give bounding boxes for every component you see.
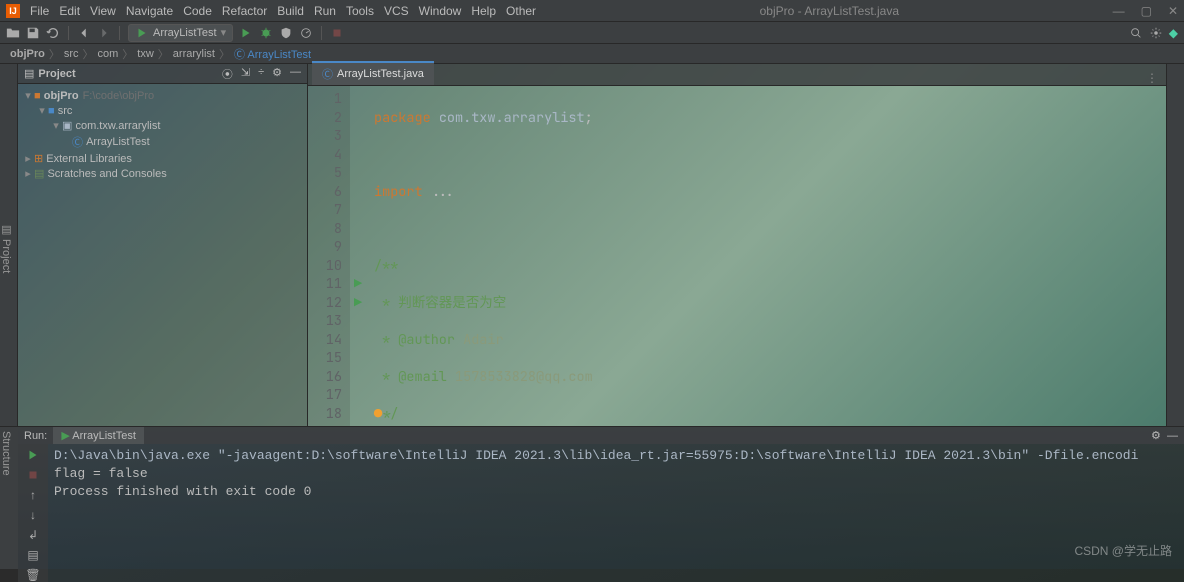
search-icon[interactable]: [1129, 26, 1143, 40]
run-gutter-icon[interactable]: ▶: [350, 275, 366, 294]
panel-title: Project: [38, 68, 221, 80]
run-config-label: ArrayListTest: [153, 27, 217, 39]
open-icon[interactable]: [6, 26, 20, 40]
wrap-icon[interactable]: ↲: [28, 528, 38, 542]
menu-window[interactable]: Window: [419, 4, 462, 18]
menu-code[interactable]: Code: [183, 4, 212, 18]
sidebar-right: [1166, 64, 1184, 426]
breadcrumb: objPro〉 src〉 com〉 txw〉 arrarylist〉 Ⓒ Arr…: [0, 44, 1184, 64]
close-icon[interactable]: ✕: [1168, 4, 1178, 18]
gear-icon[interactable]: ⚙: [272, 66, 282, 82]
menu-edit[interactable]: Edit: [59, 4, 80, 18]
trash-icon[interactable]: 🗑: [25, 568, 40, 582]
avatar-icon[interactable]: ◆: [1169, 26, 1178, 40]
run-icon[interactable]: [239, 26, 253, 40]
watermark: CSDN @学无止路: [1074, 542, 1172, 559]
toolbar: ArrayListTest ▾ ◆: [0, 22, 1184, 44]
down-icon[interactable]: ↓: [30, 508, 36, 522]
project-panel-header: ▤ Project ⦿ ⇲ ÷ ⚙ —: [18, 64, 307, 84]
run-gutter-icon[interactable]: ▶: [350, 294, 366, 313]
code-editor[interactable]: 1234567891011121314151617181920 ▶ ▶ pack…: [308, 86, 1166, 426]
tree-ext-libs[interactable]: ▸⊞ External Libraries: [22, 151, 303, 166]
tree-root[interactable]: ▾■ objProF:\code\objPro: [22, 88, 303, 103]
coverage-icon[interactable]: [279, 26, 293, 40]
menu-help[interactable]: Help: [471, 4, 496, 18]
console-line: flag = false: [54, 465, 1178, 483]
menu-run[interactable]: Run: [314, 4, 336, 18]
tree-file[interactable]: Ⓒ ArrayListTest: [22, 133, 303, 151]
sidebar-project-tab[interactable]: ▤ Project: [0, 64, 18, 426]
collapse-icon[interactable]: ÷: [258, 66, 264, 82]
crumb-pkg[interactable]: arrarylist: [169, 48, 219, 60]
run-panel: Structure Run: ▶ ArrayListTest ⚙ — ↑ ↓ ↲…: [0, 426, 1184, 569]
crumb-src[interactable]: src: [60, 48, 83, 60]
run-tab[interactable]: ▶ ArrayListTest: [53, 427, 144, 444]
project-tree: ▾■ objProF:\code\objPro ▾■ src ▾▣ com.tx…: [18, 84, 307, 185]
expand-icon[interactable]: ⇲: [241, 66, 250, 82]
menu-refactor[interactable]: Refactor: [222, 4, 267, 18]
panel-toggle-icon[interactable]: ▤: [24, 67, 34, 80]
stop-icon[interactable]: [330, 26, 344, 40]
main-area: ▤ Project ▤ Project ⦿ ⇲ ÷ ⚙ — ▾■ objProF…: [0, 64, 1184, 426]
console-line: Process finished with exit code 0: [54, 483, 1178, 501]
run-config-selector[interactable]: ArrayListTest ▾: [128, 24, 233, 42]
chevron-down-icon: ▾: [221, 26, 227, 39]
forward-icon[interactable]: [97, 26, 111, 40]
menu-view[interactable]: View: [90, 4, 116, 18]
editor-tabbar: ⒸArrayListTest.java ⋮: [308, 64, 1166, 86]
tab-more-icon[interactable]: ⋮: [1146, 71, 1158, 85]
window-title: objPro - ArrayListTest.java: [546, 4, 1113, 18]
minimize-icon[interactable]: —: [1113, 4, 1125, 18]
hide-icon[interactable]: —: [290, 66, 301, 82]
run-tabbar: Run: ▶ ArrayListTest ⚙ —: [18, 427, 1184, 444]
save-icon[interactable]: [26, 26, 40, 40]
editor-tab[interactable]: ⒸArrayListTest.java: [312, 61, 434, 85]
gutter-icons: ▶ ▶: [350, 86, 366, 426]
structure-tab[interactable]: Structure: [0, 427, 18, 569]
run-gear-icon[interactable]: ⚙: [1151, 429, 1161, 442]
run-toolbar: ↑ ↓ ↲ ▤ 🗑: [18, 444, 48, 582]
rerun-icon[interactable]: [26, 448, 40, 462]
run-label: Run:: [24, 430, 47, 442]
project-panel: ▤ Project ⦿ ⇲ ÷ ⚙ — ▾■ objProF:\code\obj…: [18, 64, 308, 426]
menu-navigate[interactable]: Navigate: [126, 4, 173, 18]
tree-src[interactable]: ▾■ src: [22, 103, 303, 118]
print-icon[interactable]: ▤: [27, 548, 38, 562]
menu-file[interactable]: File: [30, 4, 49, 18]
console-output[interactable]: D:\Java\bin\java.exe "-javaagent:D:\soft…: [48, 444, 1184, 582]
crumb-com[interactable]: com: [94, 48, 123, 60]
menu-vcs[interactable]: VCS: [384, 4, 409, 18]
crumb-file[interactable]: Ⓒ ArrayListTest: [230, 46, 315, 62]
tree-package[interactable]: ▾▣ com.txw.arrarylist: [22, 118, 303, 133]
titlebar: IJ File Edit View Navigate Code Refactor…: [0, 0, 1184, 22]
tree-scratches[interactable]: ▸▤ Scratches and Consoles: [22, 166, 303, 181]
app-icon: IJ: [6, 4, 20, 18]
maximize-icon[interactable]: ▢: [1141, 4, 1152, 18]
crumb-txw[interactable]: txw: [133, 48, 158, 60]
back-icon[interactable]: [77, 26, 91, 40]
menu-other[interactable]: Other: [506, 4, 536, 18]
line-gutter: 1234567891011121314151617181920: [308, 86, 350, 426]
stop-run-icon[interactable]: [26, 468, 40, 482]
debug-icon[interactable]: [259, 26, 273, 40]
profile-icon[interactable]: [299, 26, 313, 40]
select-target-icon[interactable]: ⦿: [222, 66, 233, 82]
refresh-icon[interactable]: [46, 26, 60, 40]
crumb-project[interactable]: objPro: [6, 48, 49, 60]
run-hide-icon[interactable]: —: [1167, 430, 1178, 442]
tab-label: ArrayListTest.java: [337, 68, 424, 80]
code-text[interactable]: package com.txw.arrarylist; import ... /…: [366, 86, 1166, 426]
menu-build[interactable]: Build: [277, 4, 304, 18]
menu-tools[interactable]: Tools: [346, 4, 374, 18]
up-icon[interactable]: ↑: [30, 488, 36, 502]
editor-area: ⒸArrayListTest.java ⋮ 123456789101112131…: [308, 64, 1166, 426]
settings-icon[interactable]: [1149, 26, 1163, 40]
console-line: D:\Java\bin\java.exe "-javaagent:D:\soft…: [54, 447, 1178, 465]
